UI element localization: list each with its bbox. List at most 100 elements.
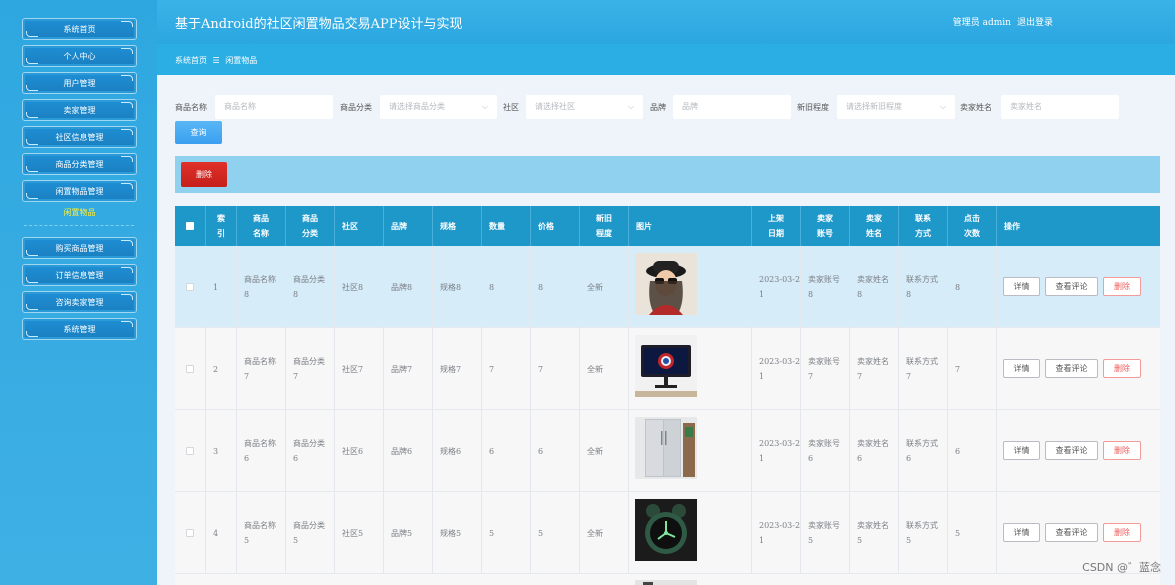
cell-contact: 联系方式 5	[899, 492, 948, 574]
sidebar-item-categories[interactable]: 商品分类管理	[22, 153, 137, 175]
header-community: 社区	[335, 206, 384, 246]
view-comments-button[interactable]: 查看评论	[1045, 523, 1098, 542]
cell-community: 社区6	[335, 410, 384, 492]
sidebar-item-label: 社区信息管理	[55, 132, 104, 142]
detail-button[interactable]: 详情	[1003, 359, 1040, 378]
table-row[interactable]: 4 商品名称 5 商品分类 5 社区5 品牌5 规格5 5 5 全新 2023-…	[175, 492, 1160, 574]
cell-condition: 全新	[580, 410, 629, 492]
logout-link[interactable]: 退出登录	[1017, 15, 1053, 28]
batch-delete-button[interactable]: 删除	[181, 162, 227, 187]
action-bar: 删除	[175, 156, 1160, 193]
sidebar-item-profile[interactable]: 个人中心	[22, 45, 137, 67]
row-select-cell[interactable]	[175, 328, 206, 410]
sidebar-item-idle-items[interactable]: 闲置物品管理	[22, 180, 137, 202]
cell-clicks: 5	[948, 492, 997, 574]
cell-operations: 详情 查看评论 删除	[997, 246, 1160, 328]
community-select[interactable]: 请选择社区 ⌵	[526, 95, 643, 119]
view-comments-button[interactable]: 查看评论	[1045, 359, 1098, 378]
row-checkbox[interactable]	[186, 447, 194, 455]
seller-input[interactable]: 卖家姓名	[1001, 95, 1119, 119]
sidebar-item-label: 用户管理	[63, 78, 96, 88]
top-header: 基于Android的社区闲置物品交易APP设计与实现 管理员 admin 退出登…	[157, 0, 1175, 44]
sidebar-item-sellers[interactable]: 卖家管理	[22, 99, 137, 121]
header-date: 上架 日期	[752, 206, 801, 246]
cell-community: 社区7	[335, 328, 384, 410]
user-label: 管理员 admin	[952, 18, 1011, 28]
cell-seller-name: 卖家姓名 7	[850, 328, 899, 410]
detail-button[interactable]: 详情	[1003, 441, 1040, 460]
cell-price: 8	[531, 246, 580, 328]
query-button[interactable]: 查询	[175, 121, 222, 144]
delete-button[interactable]: 删除	[1103, 441, 1141, 460]
cell-image	[629, 492, 752, 574]
sidebar-divider	[24, 225, 134, 226]
cell-index: 4	[206, 492, 237, 574]
cell-index: 3	[206, 410, 237, 492]
delete-button[interactable]: 删除	[1103, 523, 1141, 542]
cell-quantity: 6	[482, 410, 531, 492]
detail-button[interactable]: 详情	[1003, 277, 1040, 296]
brand-label: 品牌	[650, 103, 666, 112]
row-checkbox[interactable]	[186, 283, 194, 291]
detail-button[interactable]: 详情	[1003, 523, 1040, 542]
header-select-all[interactable]	[175, 206, 206, 246]
name-input[interactable]: 商品名称	[215, 95, 333, 119]
table-row-partial	[175, 574, 1160, 585]
checkbox-icon[interactable]	[186, 222, 194, 230]
row-select-cell[interactable]	[175, 410, 206, 492]
table-row[interactable]: 2 商品名称 7 商品分类 7 社区7 品牌7 规格7 7 7 全新 2023-…	[175, 328, 1160, 410]
cell-condition: 全新	[580, 246, 629, 328]
cell-category: 商品分类 7	[286, 328, 335, 410]
row-select-cell[interactable]	[175, 492, 206, 574]
sidebar-item-label: 卖家管理	[63, 105, 96, 115]
sidebar-item-label: 系统管理	[63, 324, 96, 334]
brand-input[interactable]: 品牌	[673, 95, 791, 119]
cell-brand: 品牌7	[384, 328, 433, 410]
cell-seller-name: 卖家姓名 5	[850, 492, 899, 574]
header-clicks: 点击 次数	[948, 206, 997, 246]
cell-price: 7	[531, 328, 580, 410]
sidebar-item-system[interactable]: 系统管理	[22, 318, 137, 340]
view-comments-button[interactable]: 查看评论	[1045, 441, 1098, 460]
cell-contact: 联系方式 6	[899, 410, 948, 492]
sidebar-item-label: 商品分类管理	[55, 159, 104, 169]
sidebar-item-users[interactable]: 用户管理	[22, 72, 137, 94]
cell-operations: 详情 查看评论 删除	[997, 328, 1160, 410]
delete-button[interactable]: 删除	[1103, 277, 1141, 296]
sidebar-item-purchases[interactable]: 购买商品管理	[22, 237, 137, 259]
cell-condition: 全新	[580, 492, 629, 574]
cell-spec: 规格5	[433, 492, 482, 574]
condition-label: 新旧程度	[797, 103, 829, 112]
row-checkbox[interactable]	[186, 365, 194, 373]
name-label: 商品名称	[175, 103, 207, 112]
sidebar-item-home[interactable]: 系统首页	[22, 18, 137, 40]
condition-select[interactable]: 请选择新旧程度 ⌵	[837, 95, 955, 119]
row-checkbox[interactable]	[186, 529, 194, 537]
breadcrumb-home[interactable]: 系统首页	[175, 56, 207, 65]
cell-clicks: 7	[948, 328, 997, 410]
product-image-monitor	[635, 335, 697, 397]
header-seller-account: 卖家 账号	[801, 206, 850, 246]
cell-spec: 规格8	[433, 246, 482, 328]
sidebar-item-orders[interactable]: 订单信息管理	[22, 264, 137, 286]
row-select-cell[interactable]	[175, 246, 206, 328]
header-image: 图片	[629, 206, 752, 246]
cell-category: 商品分类 5	[286, 492, 335, 574]
product-image-alarm-clock	[635, 499, 697, 561]
delete-button[interactable]: 删除	[1103, 359, 1141, 378]
header-contact: 联系 方式	[899, 206, 948, 246]
view-comments-button[interactable]: 查看评论	[1045, 277, 1098, 296]
cell-contact: 联系方式 8	[899, 246, 948, 328]
sidebar-subitem-idle-items[interactable]: 闲置物品	[22, 204, 137, 222]
table-row[interactable]: 1 商品名称 8 商品分类 8 社区8 品牌8 规格8 8 8 全新 2023-…	[175, 246, 1160, 328]
table-row[interactable]: 3 商品名称 6 商品分类 6 社区6 品牌6 规格6 6 6 全新 2023-…	[175, 410, 1160, 492]
breadcrumb-bar: 系统首页 ☰ 闲置物品	[157, 44, 1175, 75]
category-select[interactable]: 请选择商品分类 ⌵	[380, 95, 497, 119]
cell-name: 商品名称 5	[237, 492, 286, 574]
cell-date: 2023-03-2 1	[752, 246, 801, 328]
sidebar: 系统首页 个人中心 用户管理 卖家管理 社区信息管理 商品分类管理 闲置物品管理…	[0, 0, 157, 585]
sidebar-item-community[interactable]: 社区信息管理	[22, 126, 137, 148]
seller-label: 卖家姓名	[960, 103, 992, 112]
cell-seller-account: 卖家账号 8	[801, 246, 850, 328]
sidebar-item-consult[interactable]: 咨询卖家管理	[22, 291, 137, 313]
